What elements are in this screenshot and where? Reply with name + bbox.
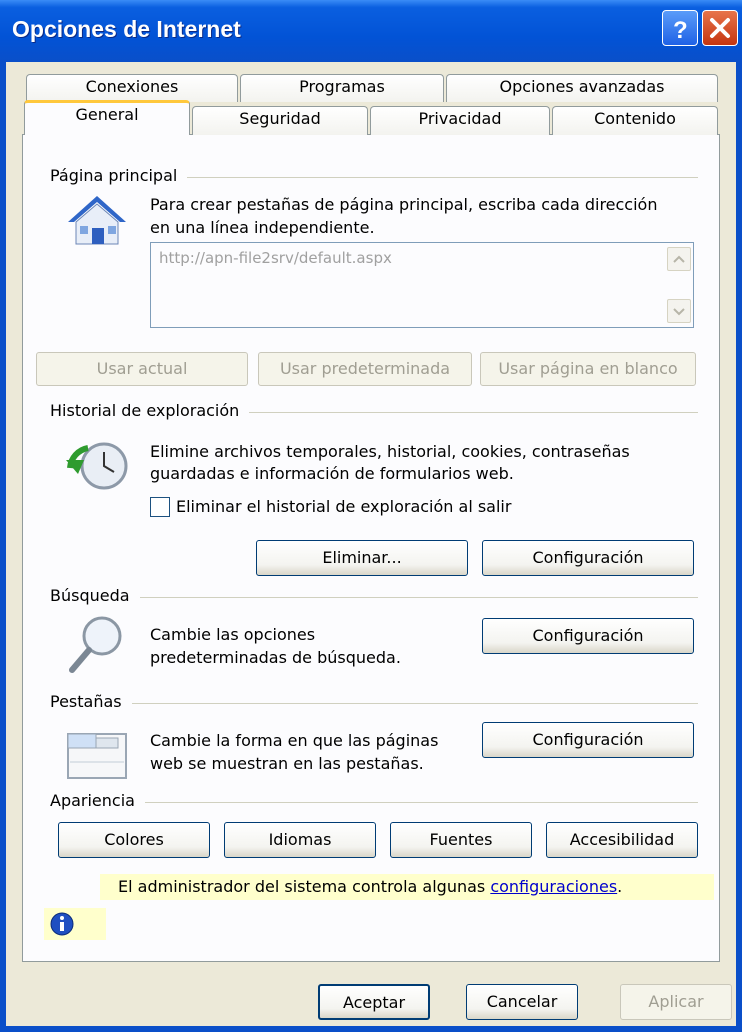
help-button[interactable]: ? xyxy=(662,10,698,46)
use-default-button[interactable]: Usar predeterminada xyxy=(258,352,472,386)
colors-button[interactable]: Colores xyxy=(58,822,210,858)
tab-advanced[interactable]: Opciones avanzadas xyxy=(446,74,718,102)
history-clock-icon xyxy=(66,442,128,490)
appearance-divider xyxy=(60,802,698,803)
tab-content[interactable]: Contenido xyxy=(552,106,718,135)
tabs-divider xyxy=(60,703,698,704)
scroll-up-button[interactable] xyxy=(667,247,691,271)
search-group-label: Búsqueda xyxy=(50,586,140,605)
admin-notice-prefix: El administrador del sistema controla al… xyxy=(118,877,491,896)
admin-notice-text: El administrador del sistema controla al… xyxy=(118,876,622,898)
home-group-label: Página principal xyxy=(50,166,188,185)
svg-text:?: ? xyxy=(673,17,688,44)
admin-notice-suffix: . xyxy=(617,877,623,896)
title-bar[interactable]: Opciones de Internet ? xyxy=(0,0,742,62)
home-url-textarea[interactable]: http://apn-file2srv/default.aspx xyxy=(150,242,694,328)
delete-history-button[interactable]: Eliminar... xyxy=(256,540,468,576)
configurations-link[interactable]: configuraciones xyxy=(490,877,617,896)
internet-options-dialog: Opciones de Internet ? Conexiones Progra… xyxy=(0,0,742,1032)
search-description-line1: Cambie las opciones xyxy=(150,625,316,644)
delete-history-on-exit-label: Eliminar el historial de exploración al … xyxy=(176,497,512,516)
home-icon xyxy=(68,196,126,245)
tabs-settings-button[interactable]: Configuración xyxy=(482,722,694,758)
tabs-group-label: Pestañas xyxy=(50,692,132,711)
cancel-button[interactable]: Cancelar xyxy=(466,984,578,1020)
delete-history-on-exit-checkbox[interactable] xyxy=(150,497,170,517)
info-icon xyxy=(50,912,74,936)
scroll-down-button[interactable] xyxy=(667,299,691,323)
magnifier-icon xyxy=(69,616,122,673)
chevron-up-icon xyxy=(673,255,685,263)
tab-programs[interactable]: Programas xyxy=(240,74,444,102)
tab-security[interactable]: Seguridad xyxy=(192,106,368,135)
close-button[interactable] xyxy=(702,10,738,46)
apply-button[interactable]: Aplicar xyxy=(620,984,732,1020)
tabs-description-line1: Cambie la forma en que las páginas xyxy=(150,731,439,750)
history-description-line1: Elimine archivos temporales, historial, … xyxy=(150,442,630,461)
use-blank-button[interactable]: Usar página en blanco xyxy=(480,352,696,386)
search-divider xyxy=(60,597,698,598)
chevron-down-icon xyxy=(673,308,685,316)
home-description-line1: Para crear pestañas de página principal,… xyxy=(150,195,658,214)
search-settings-button[interactable]: Configuración xyxy=(482,618,694,654)
window-title: Opciones de Internet xyxy=(12,16,241,42)
use-current-button[interactable]: Usar actual xyxy=(36,352,248,386)
history-description-line2: guardadas e información de formularios w… xyxy=(150,464,514,483)
help-icon: ? xyxy=(673,17,688,44)
window-frame-right xyxy=(736,62,742,1032)
accessibility-button[interactable]: Accesibilidad xyxy=(546,822,698,858)
ok-button[interactable]: Aceptar xyxy=(318,984,430,1020)
search-description-line2: predeterminadas de búsqueda. xyxy=(150,648,401,667)
languages-button[interactable]: Idiomas xyxy=(224,822,376,858)
tab-general[interactable]: General xyxy=(24,100,190,135)
home-url-value: http://apn-file2srv/default.aspx xyxy=(159,249,392,267)
tab-privacy[interactable]: Privacidad xyxy=(370,106,550,135)
tabs-window-icon xyxy=(67,733,127,779)
history-group-label: Historial de exploración xyxy=(50,401,250,420)
appearance-group-label: Apariencia xyxy=(50,791,145,810)
history-settings-button[interactable]: Configuración xyxy=(482,540,694,576)
close-icon xyxy=(710,18,730,38)
fonts-button[interactable]: Fuentes xyxy=(390,822,532,858)
tabs-description-line2: web se muestran en las pestañas. xyxy=(150,754,424,773)
tab-connections[interactable]: Conexiones xyxy=(26,74,238,102)
window-frame-bottom xyxy=(0,1026,742,1032)
window-frame-left xyxy=(0,62,6,1032)
home-description-line2: en una línea independiente. xyxy=(150,218,375,237)
